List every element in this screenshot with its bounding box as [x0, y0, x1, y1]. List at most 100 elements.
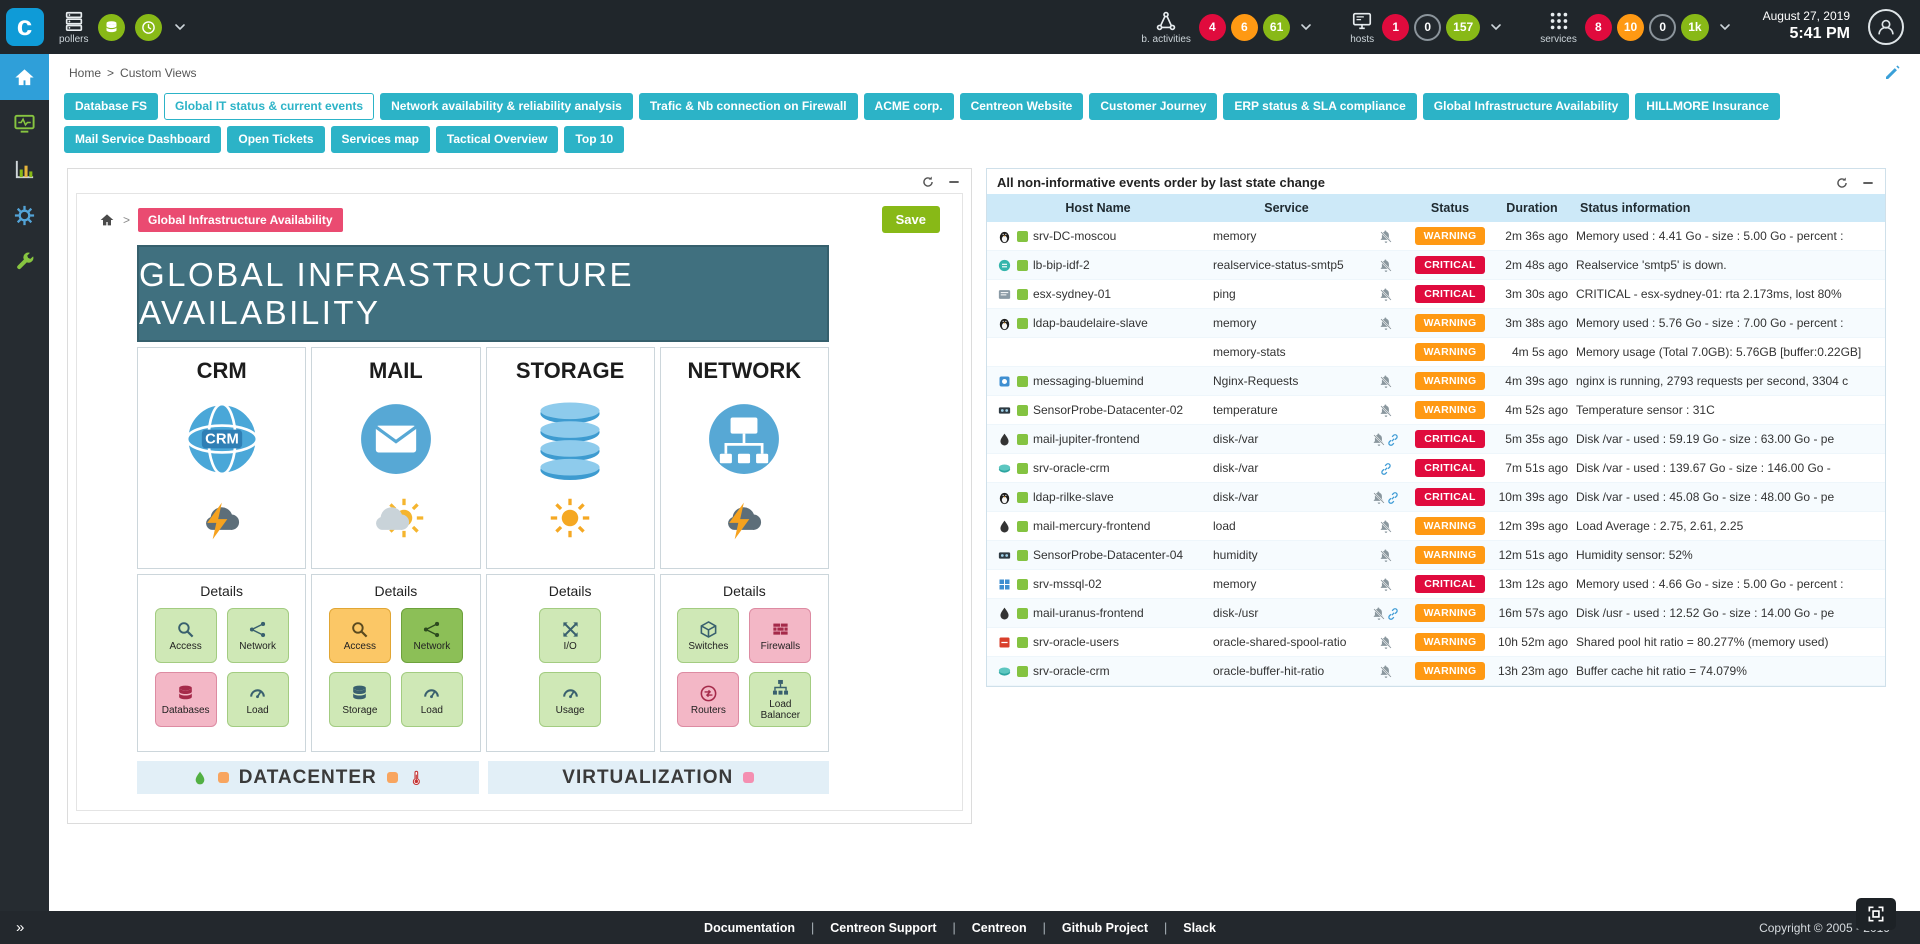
event-row[interactable]: mail-jupiter-frontenddisk-/varCRITICAL5m… — [987, 425, 1885, 454]
badge-hosts-neutral[interactable]: 0 — [1414, 14, 1441, 41]
service-name[interactable]: disk-/usr — [1209, 599, 1364, 628]
service-name[interactable]: Nginx-Requests — [1209, 367, 1364, 396]
event-row[interactable]: mail-uranus-frontenddisk-/usrWARNING16m … — [987, 599, 1885, 628]
sidebar-item-monitoring[interactable] — [0, 100, 49, 146]
tab-trafic-nb-connection-on-firewall[interactable]: Trafic & Nb connection on Firewall — [639, 93, 858, 120]
service-name[interactable]: disk-/var — [1209, 425, 1364, 454]
host-name[interactable]: SensorProbe-Datacenter-04 — [1033, 548, 1183, 562]
service-name[interactable]: ping — [1209, 280, 1364, 309]
poller-db-icon[interactable] — [98, 14, 125, 41]
service-name[interactable]: realservice-status-smtp5 — [1209, 251, 1364, 280]
tab-customer-journey[interactable]: Customer Journey — [1089, 93, 1217, 120]
fullscreen-button[interactable] — [1856, 898, 1896, 930]
tab-global-it-status-current-events[interactable]: Global IT status & current events — [164, 93, 374, 120]
edit-view-pencil-icon[interactable] — [1884, 65, 1900, 81]
event-row[interactable]: SensorProbe-Datacenter-02temperatureWARN… — [987, 396, 1885, 425]
footer-link-documentation[interactable]: Documentation — [704, 921, 795, 935]
tile-crm-load[interactable]: Load — [227, 672, 289, 727]
service-name[interactable]: oracle-shared-spool-ratio — [1209, 628, 1364, 657]
sidebar-item-configuration[interactable] — [0, 192, 49, 238]
collapse-widget-icon[interactable] — [947, 175, 961, 189]
map-name-badge[interactable]: Global Infrastructure Availability — [138, 208, 343, 232]
event-row[interactable]: esx-sydney-01pingCRITICAL3m 30s agoCRITI… — [987, 280, 1885, 309]
badge-activities-ok[interactable]: 61 — [1263, 14, 1290, 41]
event-row[interactable]: srv-oracle-crmoracle-buffer-hit-ratioWAR… — [987, 657, 1885, 686]
host-name[interactable]: mail-jupiter-frontend — [1033, 432, 1140, 446]
event-row[interactable]: memory-statsWARNING4m 5s agoMemory usage… — [987, 338, 1885, 367]
refresh-widget-icon[interactable] — [1835, 176, 1849, 190]
host-name[interactable]: srv-oracle-crm — [1033, 664, 1110, 678]
event-row[interactable]: lb-bip-idf-2realservice-status-smtp5CRIT… — [987, 251, 1885, 280]
topbar-services-summary[interactable]: services — [1540, 10, 1577, 45]
tile-mail-storage[interactable]: Storage — [329, 672, 391, 727]
service-link-icon[interactable] — [1386, 607, 1400, 621]
service-name[interactable]: humidity — [1209, 541, 1364, 570]
col-status-information[interactable]: Status information — [1572, 194, 1885, 222]
host-name[interactable]: esx-sydney-01 — [1033, 287, 1111, 301]
event-row[interactable]: ldap-rilke-slavedisk-/varCRITICAL10m 39s… — [987, 483, 1885, 512]
col-service[interactable]: Service — [1209, 194, 1364, 222]
event-row[interactable]: mail-mercury-frontendloadWARNING12m 39s … — [987, 512, 1885, 541]
tab-hillmore-insurance[interactable]: HILLMORE Insurance — [1635, 93, 1780, 120]
chevron-down-icon[interactable] — [1717, 19, 1733, 35]
tab-open-tickets[interactable]: Open Tickets — [227, 126, 324, 153]
host-name[interactable]: lb-bip-idf-2 — [1033, 258, 1090, 272]
host-name[interactable]: messaging-bluemind — [1033, 374, 1144, 388]
tab-database-fs[interactable]: Database FS — [64, 93, 158, 120]
service-name[interactable]: memory — [1209, 222, 1364, 251]
centreon-logo[interactable]: c — [6, 8, 44, 46]
sidebar-item-reporting[interactable] — [0, 146, 49, 192]
service-name[interactable]: oracle-buffer-hit-ratio — [1209, 657, 1364, 686]
sidebar-item-administration[interactable] — [0, 238, 49, 284]
tile-mail-load[interactable]: Load — [401, 672, 463, 727]
tile-crm-databases[interactable]: Databases — [155, 672, 217, 727]
tile-mail-network[interactable]: Network — [401, 608, 463, 663]
event-row[interactable]: srv-oracle-crmdisk-/varCRITICAL7m 51s ag… — [987, 454, 1885, 483]
badge-activities-warning[interactable]: 6 — [1231, 14, 1258, 41]
event-row[interactable]: messaging-bluemindNginx-RequestsWARNING4… — [987, 367, 1885, 396]
service-name[interactable]: disk-/var — [1209, 454, 1364, 483]
footer-link-slack[interactable]: Slack — [1183, 921, 1216, 935]
breadcrumb-home[interactable]: Home — [69, 66, 101, 80]
host-name[interactable]: srv-oracle-crm — [1033, 461, 1110, 475]
event-row[interactable]: srv-DC-moscoumemoryWARNING2m 36s agoMemo… — [987, 222, 1885, 251]
tile-network-firewalls[interactable]: Firewalls — [749, 608, 811, 663]
tile-network-load-balancer[interactable]: Load Balancer — [749, 672, 811, 727]
service-name[interactable]: memory-stats — [1209, 338, 1364, 367]
host-name[interactable]: srv-oracle-users — [1033, 635, 1119, 649]
badge-services-warning[interactable]: 10 — [1617, 14, 1644, 41]
tile-mail-access[interactable]: Access — [329, 608, 391, 663]
service-link-icon[interactable] — [1386, 491, 1400, 505]
refresh-widget-icon[interactable] — [921, 175, 935, 189]
topbar-activities-summary[interactable]: b. activities — [1141, 10, 1190, 45]
save-button[interactable]: Save — [882, 206, 940, 233]
host-name[interactable]: ldap-baudelaire-slave — [1033, 316, 1148, 330]
tab-erp-status-sla-compliance[interactable]: ERP status & SLA compliance — [1223, 93, 1416, 120]
footer-link-centreon[interactable]: Centreon — [972, 921, 1027, 935]
col-host-name[interactable]: Host Name — [987, 194, 1209, 222]
tab-services-map[interactable]: Services map — [331, 126, 430, 153]
service-name[interactable]: memory — [1209, 570, 1364, 599]
host-name[interactable]: ldap-rilke-slave — [1033, 490, 1114, 504]
service-link-icon[interactable] — [1379, 462, 1393, 476]
tile-crm-network[interactable]: Network — [227, 608, 289, 663]
service-name[interactable]: memory — [1209, 309, 1364, 338]
sidebar-expand-icon[interactable]: » — [16, 919, 24, 936]
badge-services-neutral[interactable]: 0 — [1649, 14, 1676, 41]
chevron-down-icon[interactable] — [1488, 19, 1504, 35]
tile-network-switches[interactable]: Switches — [677, 608, 739, 663]
host-name[interactable]: srv-mssql-02 — [1033, 577, 1102, 591]
event-row[interactable]: SensorProbe-Datacenter-04humidityWARNING… — [987, 541, 1885, 570]
chevron-down-icon[interactable] — [1298, 19, 1314, 35]
badge-activities-critical[interactable]: 4 — [1199, 14, 1226, 41]
home-icon[interactable] — [99, 212, 115, 228]
host-name[interactable]: srv-DC-moscou — [1033, 229, 1116, 243]
tile-storage-i-o[interactable]: I/O — [539, 608, 601, 663]
footer-link-github-project[interactable]: Github Project — [1062, 921, 1148, 935]
badge-hosts-critical[interactable]: 1 — [1382, 14, 1409, 41]
event-row[interactable]: srv-oracle-users oracle-shared-spool-rati… — [987, 628, 1885, 657]
tab-acme-corp[interactable]: ACME corp. — [864, 93, 954, 120]
chevron-down-icon[interactable] — [172, 19, 188, 35]
topbar-hosts-summary[interactable]: hosts — [1350, 10, 1374, 45]
poller-clock-icon[interactable] — [135, 14, 162, 41]
